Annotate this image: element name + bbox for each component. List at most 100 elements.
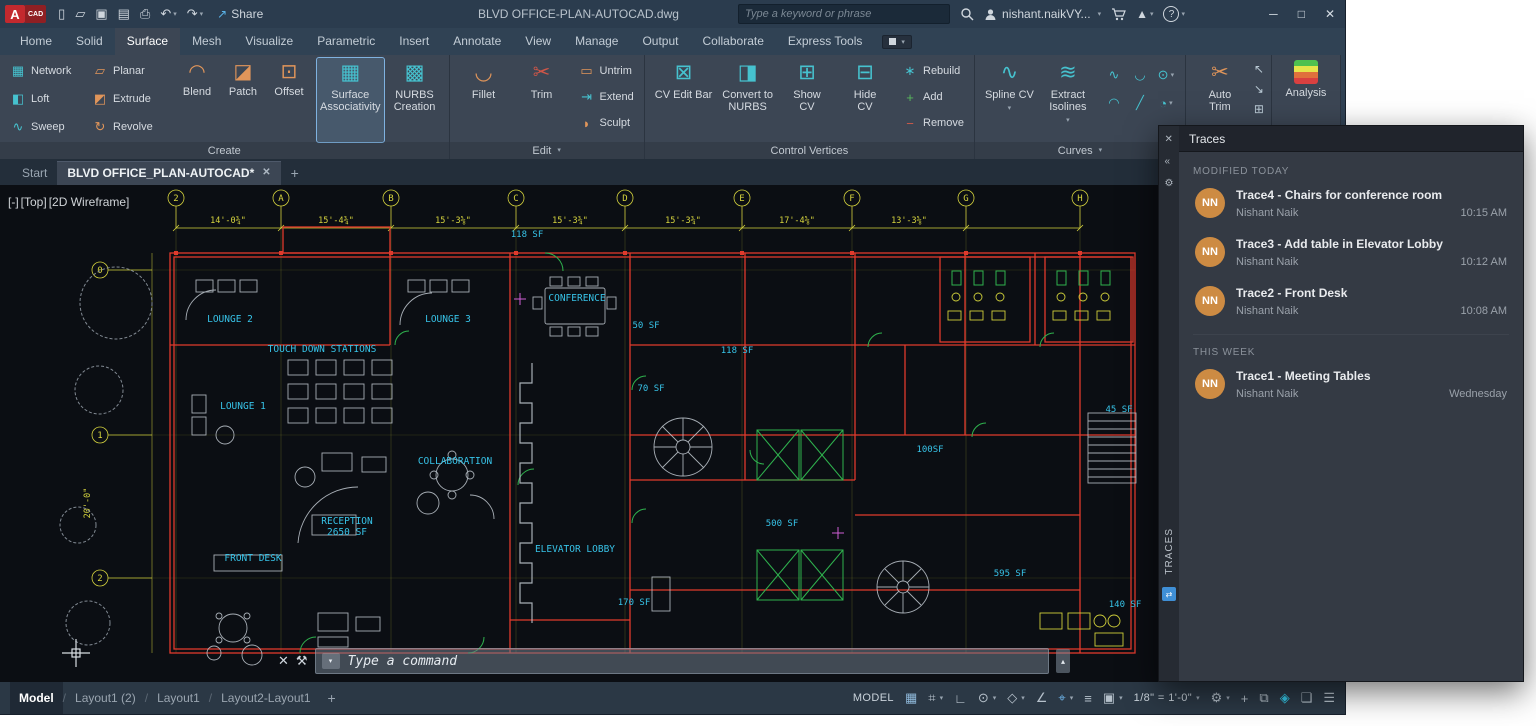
- palette-anchor-icon[interactable]: ⇄: [1162, 587, 1176, 601]
- viewport-style-control[interactable]: [2D Wireframe]: [49, 195, 130, 209]
- cv-edit-bar-button[interactable]: ⊠CV Edit Bar: [652, 58, 715, 142]
- ribbon-tab-output[interactable]: Output: [630, 28, 690, 55]
- ribbon-tab-annotate[interactable]: Annotate: [441, 28, 513, 55]
- ribbon-tab-view[interactable]: View: [513, 28, 563, 55]
- annotation-scale[interactable]: 1/8" = 1'-0"▾: [1134, 692, 1200, 704]
- ortho-icon[interactable]: ∟: [954, 691, 967, 706]
- offset-button[interactable]: ⊡Offset: [268, 58, 310, 98]
- spline-fit-icon-button[interactable]: ∿: [1102, 62, 1126, 88]
- ribbon-tab-surface[interactable]: Surface: [115, 28, 180, 55]
- trace-item[interactable]: NNTrace3 - Add table in Elevator LobbyNi…: [1193, 228, 1509, 277]
- revolve-button[interactable]: ↻Revolve: [89, 114, 169, 140]
- units-icon[interactable]: ⧉: [1259, 690, 1268, 706]
- selection-cycling-icon[interactable]: ▣▾: [1103, 690, 1123, 706]
- ribbon-tab-home[interactable]: Home: [8, 28, 64, 55]
- patch-button[interactable]: ◪Patch: [222, 58, 264, 98]
- close-palette-icon[interactable]: ✕: [1165, 134, 1174, 145]
- ribbon-tab-manage[interactable]: Manage: [563, 28, 630, 55]
- palette-properties-icon[interactable]: ⚙: [1165, 178, 1174, 189]
- share-button[interactable]: ↗ Share: [217, 7, 263, 21]
- trim-button[interactable]: ✂Trim: [515, 58, 569, 142]
- untrim-button[interactable]: ▭Untrim: [576, 58, 637, 84]
- command-input[interactable]: ▾ Type a command: [315, 648, 1049, 674]
- graphics-performance-icon[interactable]: ◈: [1280, 690, 1290, 706]
- fillet-button[interactable]: ◡Fillet: [457, 58, 511, 142]
- panel-footer-create[interactable]: Create: [0, 142, 449, 159]
- ribbon-tab-parametric[interactable]: Parametric: [305, 28, 387, 55]
- panel-footer-curves[interactable]: Curves▾: [975, 142, 1185, 159]
- clean-screen-icon[interactable]: ❏: [1301, 690, 1313, 706]
- palette-titlebar[interactable]: ✕ « ⚙ TRACES ⇄: [1159, 126, 1179, 681]
- circle-icon-button[interactable]: ⊙▾: [1154, 62, 1178, 88]
- line-icon-button[interactable]: ╱: [1128, 90, 1152, 116]
- recent-commands-icon[interactable]: ▾: [322, 653, 340, 669]
- ribbon-tab-solid[interactable]: Solid: [64, 28, 115, 55]
- planar-button[interactable]: ▱Planar: [89, 58, 169, 84]
- search-icon[interactable]: [960, 7, 974, 21]
- extend-button[interactable]: ⇥Extend: [576, 84, 637, 110]
- model-space-button[interactable]: MODEL: [853, 692, 894, 704]
- add-layout-button[interactable]: +: [328, 690, 336, 706]
- lineweight-icon[interactable]: ≡: [1084, 691, 1092, 706]
- user-account-button[interactable]: nishant.naikVY... ▾: [984, 7, 1101, 21]
- ribbon-tab-insert[interactable]: Insert: [387, 28, 441, 55]
- annotation-monitor-icon[interactable]: +: [1241, 691, 1249, 706]
- polar-tracking-icon[interactable]: ⊙▾: [978, 690, 996, 706]
- save-as-icon[interactable]: ▤: [114, 6, 134, 22]
- ribbon-display-toggle[interactable]: ▾: [882, 35, 912, 49]
- rebuild-button[interactable]: ∗Rebuild: [899, 58, 967, 84]
- grid-icon[interactable]: ▦: [905, 690, 917, 706]
- blend-button[interactable]: ◠Blend: [176, 58, 218, 98]
- new-file-icon[interactable]: ▯: [54, 6, 69, 22]
- nurbs-creation-button[interactable]: ▩NURBSCreation: [388, 58, 442, 142]
- ribbon-tab-visualize[interactable]: Visualize: [233, 28, 305, 55]
- new-drawing-tab-button[interactable]: +: [291, 161, 299, 185]
- command-scroll-icon[interactable]: ▴: [1056, 649, 1070, 673]
- viewport-pane-control[interactable]: [-]: [8, 195, 19, 209]
- trace-item[interactable]: NNTrace4 - Chairs for conference roomNis…: [1193, 179, 1509, 228]
- sculpt-button[interactable]: ◗Sculpt: [576, 110, 637, 136]
- project-to-view-icon-button[interactable]: ↖: [1254, 62, 1264, 76]
- customize-command-icon[interactable]: ⚒: [296, 653, 308, 669]
- extract-isolines-button[interactable]: ≋ExtractIsolines▾: [1041, 58, 1095, 142]
- network-button[interactable]: ▦Network: [7, 58, 87, 84]
- undo-icon[interactable]: ↶▾: [156, 6, 180, 22]
- app-menu-logo[interactable]: A CAD: [5, 5, 46, 23]
- arc-icon-button[interactable]: ◠: [1102, 90, 1126, 116]
- isodraft-icon[interactable]: ◇▾: [1007, 690, 1025, 706]
- drawing-canvas[interactable]: [-] [Top] [2D Wireframe] 2ABCDEFGH14'-0¾…: [0, 185, 1345, 682]
- help-button[interactable]: ? ▾: [1163, 6, 1185, 22]
- autodesk-access-icon[interactable]: ▲ ▾: [1136, 7, 1153, 21]
- panel-footer-edit[interactable]: Edit▾: [450, 142, 644, 159]
- loft-button[interactable]: ◧Loft: [7, 86, 87, 112]
- object-snap-icon[interactable]: ⌖▾: [1058, 690, 1073, 706]
- minimize-button[interactable]: ─: [1269, 7, 1278, 21]
- remove-button[interactable]: −Remove: [899, 110, 967, 136]
- sweep-button[interactable]: ∿Sweep: [7, 114, 87, 140]
- project-to-points-icon-button[interactable]: ⊞: [1254, 102, 1264, 116]
- ribbon-tab-mesh[interactable]: Mesh: [180, 28, 233, 55]
- hide-cv-button[interactable]: ⊟HideCV: [838, 58, 892, 142]
- surface-associativity-button[interactable]: ▦SurfaceAssociativity: [317, 58, 384, 142]
- plot-icon[interactable]: ⎙: [136, 6, 154, 22]
- layout-tab-model[interactable]: Model: [10, 682, 63, 714]
- blend-curve-icon-button[interactable]: ◡: [1128, 62, 1152, 88]
- save-icon[interactable]: ▣: [91, 6, 111, 22]
- auto-hide-icon[interactable]: «: [1165, 156, 1174, 167]
- ribbon-tab-collaborate[interactable]: Collaborate: [691, 28, 776, 55]
- convert-to-nurbs-button[interactable]: ◨Convert toNURBS: [719, 58, 776, 142]
- extrude-button[interactable]: ◩Extrude: [89, 86, 169, 112]
- trace-item[interactable]: NNTrace1 - Meeting TablesNishant NaikWed…: [1193, 360, 1509, 409]
- palette-tab-traces[interactable]: TRACES: [1164, 528, 1175, 575]
- panel-footer-control-vertices[interactable]: Control Vertices: [645, 142, 974, 159]
- maximize-button[interactable]: □: [1298, 7, 1305, 21]
- layout-tab-layout1-2[interactable]: Layout1 (2): [66, 682, 145, 714]
- trace-item[interactable]: NNTrace2 - Front DeskNishant Naik10:08 A…: [1193, 277, 1509, 326]
- workspace-gear-icon[interactable]: ⚙▾: [1211, 690, 1230, 706]
- file-tab-start[interactable]: Start: [12, 161, 57, 185]
- ribbon-tab-express-tools[interactable]: Express Tools: [776, 28, 874, 55]
- spline-cv-button[interactable]: ∿Spline CV▾: [982, 58, 1037, 142]
- customization-icon[interactable]: ☰: [1323, 690, 1335, 706]
- add-button[interactable]: +Add: [899, 84, 967, 110]
- close-command-line-icon[interactable]: ✕: [278, 653, 289, 669]
